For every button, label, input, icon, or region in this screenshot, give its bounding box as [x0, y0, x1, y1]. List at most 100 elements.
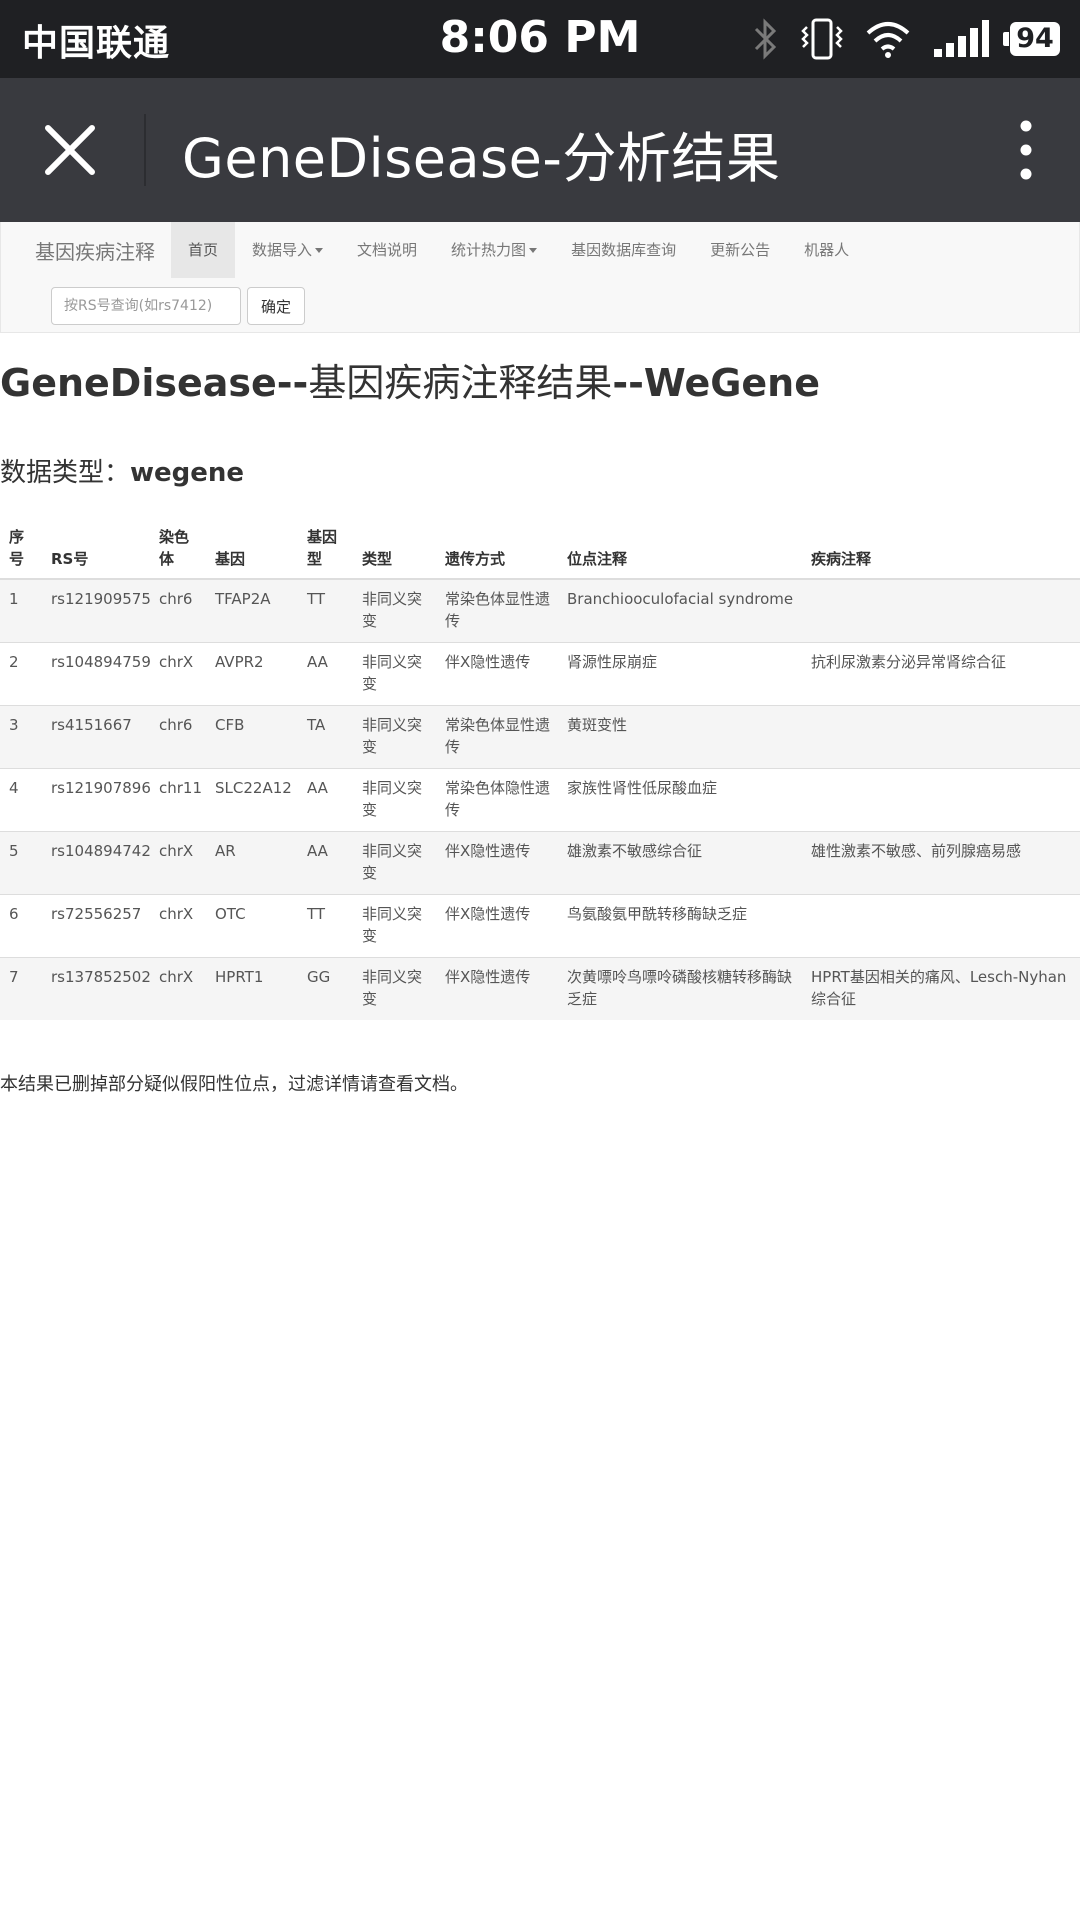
page-title-main: 基因疾病注释结果 [308, 361, 613, 405]
data-type-label: 数据类型： [0, 458, 131, 488]
cell-gene: OTC [206, 894, 298, 958]
cell-rs: rs104894759 [42, 642, 151, 706]
cell-genotype: TT [298, 894, 353, 958]
page-title-suffix: --WeGene [612, 361, 821, 405]
site-navbar: 基因疾病注释 首页 数据导入 文档说明 统计热力图 基因数据库查询 更新公告 机… [0, 222, 1080, 333]
cell-disease-annotation [802, 894, 1080, 958]
cell-disease-annotation: 抗利尿激素分泌异常肾综合征 [802, 642, 1080, 706]
table-row: 1 rs121909575 chr6 TFAP2A TT 非同义突变 常染色体显… [0, 578, 1080, 643]
cell-inheritance: 伴X隐性遗传 [436, 957, 558, 1020]
nav-item-data-import[interactable]: 数据导入 [235, 222, 340, 278]
rs-search-input[interactable] [51, 287, 241, 325]
cell-type: 非同义突变 [353, 705, 436, 769]
cell-chromosome: chrX [150, 831, 206, 895]
battery-icon: 94 [1003, 22, 1060, 56]
nav-item-heatmap[interactable]: 统计热力图 [434, 222, 554, 278]
nav-item-robot[interactable]: 机器人 [787, 222, 866, 278]
cell-rs: rs72556257 [42, 894, 150, 958]
cell-gene: HPRT1 [206, 957, 298, 1020]
cell-gene: CFB [206, 705, 298, 769]
cell-chromosome: chr6 [150, 578, 206, 643]
cell-gene: SLC22A12 [206, 768, 298, 832]
page-title-prefix: GeneDisease-- [0, 361, 309, 405]
cell-genotype: GG [298, 957, 353, 1020]
nav-item-label: 文档说明 [357, 241, 418, 259]
nav-item-gene-db-query[interactable]: 基因数据库查询 [554, 222, 693, 278]
navbar-brand[interactable]: 基因疾病注释 [35, 236, 155, 265]
app-title: GeneDisease-分析结果 [182, 127, 781, 190]
nav-item-label: 基因数据库查询 [571, 241, 677, 259]
cell-genotype: TT [298, 578, 353, 643]
bluetooth-icon [754, 18, 777, 60]
cell-disease-annotation [802, 578, 1080, 643]
cell-inheritance: 伴X隐性遗传 [436, 894, 558, 958]
header-site-annotation: 位点注释 [558, 518, 802, 580]
cell-site-annotation: 黄斑变性 [558, 705, 802, 769]
header-inheritance: 遗传方式 [436, 518, 558, 580]
cell-site-annotation: 家族性肾性低尿酸血症 [558, 768, 802, 832]
cell-index: 4 [0, 768, 42, 832]
cell-site-annotation: 肾源性尿崩症 [558, 642, 802, 706]
table-row: 4 rs121907896 chr11 SLC22A12 AA 非同义突变 常染… [0, 768, 1080, 832]
header-rs: RS号 [42, 518, 150, 580]
cell-genotype: AA [298, 768, 353, 832]
cell-genotype: AA [298, 831, 353, 895]
cell-index: 6 [0, 894, 42, 958]
cell-disease-annotation: HPRT基因相关的痛风、Lesch-Nyhan综合征 [802, 957, 1080, 1020]
cell-rs: rs121907896 [42, 768, 151, 832]
header-disease-annotation: 疾病注释 [802, 518, 1080, 580]
caret-down-icon [315, 248, 324, 253]
table-row: 2 rs104894759 chrX AVPR2 AA 非同义突变 伴X隐性遗传… [0, 642, 1080, 706]
cell-disease-annotation [802, 705, 1080, 769]
cell-type: 非同义突变 [353, 578, 436, 643]
table-row: 6 rs72556257 chrX OTC TT 非同义突变 伴X隐性遗传 鸟氨… [0, 894, 1080, 958]
cell-chromosome: chr6 [150, 705, 206, 769]
nav-item-label: 首页 [188, 241, 219, 259]
close-icon[interactable] [42, 122, 98, 178]
search-submit-button[interactable]: 确定 [247, 287, 305, 325]
cell-disease-annotation [802, 768, 1080, 832]
cell-index: 3 [0, 705, 42, 769]
caret-down-icon [529, 248, 538, 253]
more-vertical-icon[interactable] [1012, 118, 1040, 182]
nav-menu: 首页 数据导入 文档说明 统计热力图 基因数据库查询 更新公告 机器人 [171, 222, 866, 278]
vibrate-icon [801, 18, 843, 60]
cell-chromosome: chr11 [150, 768, 206, 832]
data-type-value: wegene [130, 458, 245, 488]
nav-item-home[interactable]: 首页 [171, 222, 236, 278]
status-icons: 94 [752, 14, 1060, 64]
cell-disease-annotation: 雄性激素不敏感、前列腺癌易感 [802, 831, 1080, 895]
header-index: 序号 [0, 518, 42, 580]
cell-gene: AVPR2 [206, 642, 298, 706]
cell-rs: rs4151667 [42, 705, 150, 769]
cell-type: 非同义突变 [353, 894, 436, 958]
cell-inheritance: 伴X隐性遗传 [436, 831, 558, 895]
signal-icon [934, 20, 989, 57]
cell-chromosome: chrX [150, 957, 206, 1020]
cell-chromosome: chrX [150, 642, 206, 706]
table-row: 3 rs4151667 chr6 CFB TA 非同义突变 常染色体显性遗传 黄… [0, 705, 1080, 769]
nav-item-announcements[interactable]: 更新公告 [693, 222, 787, 278]
cell-site-annotation: 鸟氨酸氨甲酰转移酶缺乏症 [558, 894, 802, 958]
table-row: 5 rs104894742 chrX AR AA 非同义突变 伴X隐性遗传 雄激… [0, 831, 1080, 895]
results-table: 序号 RS号 染色体 基因 基因型 类型 遗传方式 位点注释 疾病注释 1 rs… [0, 518, 1080, 1020]
header-gene: 基因 [206, 518, 298, 580]
cell-chromosome: chrX [150, 894, 206, 958]
cell-index: 2 [0, 642, 42, 706]
cell-genotype: AA [298, 642, 353, 706]
cell-site-annotation: 雄激素不敏感综合征 [558, 831, 802, 895]
cell-index: 1 [0, 578, 42, 643]
cell-site-annotation: 次黄嘌呤鸟嘌呤磷酸核糖转移酶缺乏症 [558, 957, 802, 1020]
wifi-icon [866, 22, 910, 58]
cell-rs: rs121909575 [42, 578, 151, 643]
cell-gene: AR [206, 831, 298, 895]
app-bar: GeneDisease-分析结果 [0, 78, 1080, 222]
cell-inheritance: 常染色体显性遗传 [436, 578, 558, 643]
nav-item-label: 数据导入 [252, 241, 313, 259]
table-row: 7 rs137852502 chrX HPRT1 GG 非同义突变 伴X隐性遗传… [0, 957, 1080, 1020]
nav-item-label: 更新公告 [710, 241, 771, 259]
cell-type: 非同义突变 [353, 768, 436, 832]
nav-item-docs[interactable]: 文档说明 [340, 222, 434, 278]
cell-rs: rs137852502 [42, 957, 151, 1020]
header-genotype: 基因型 [298, 518, 353, 580]
